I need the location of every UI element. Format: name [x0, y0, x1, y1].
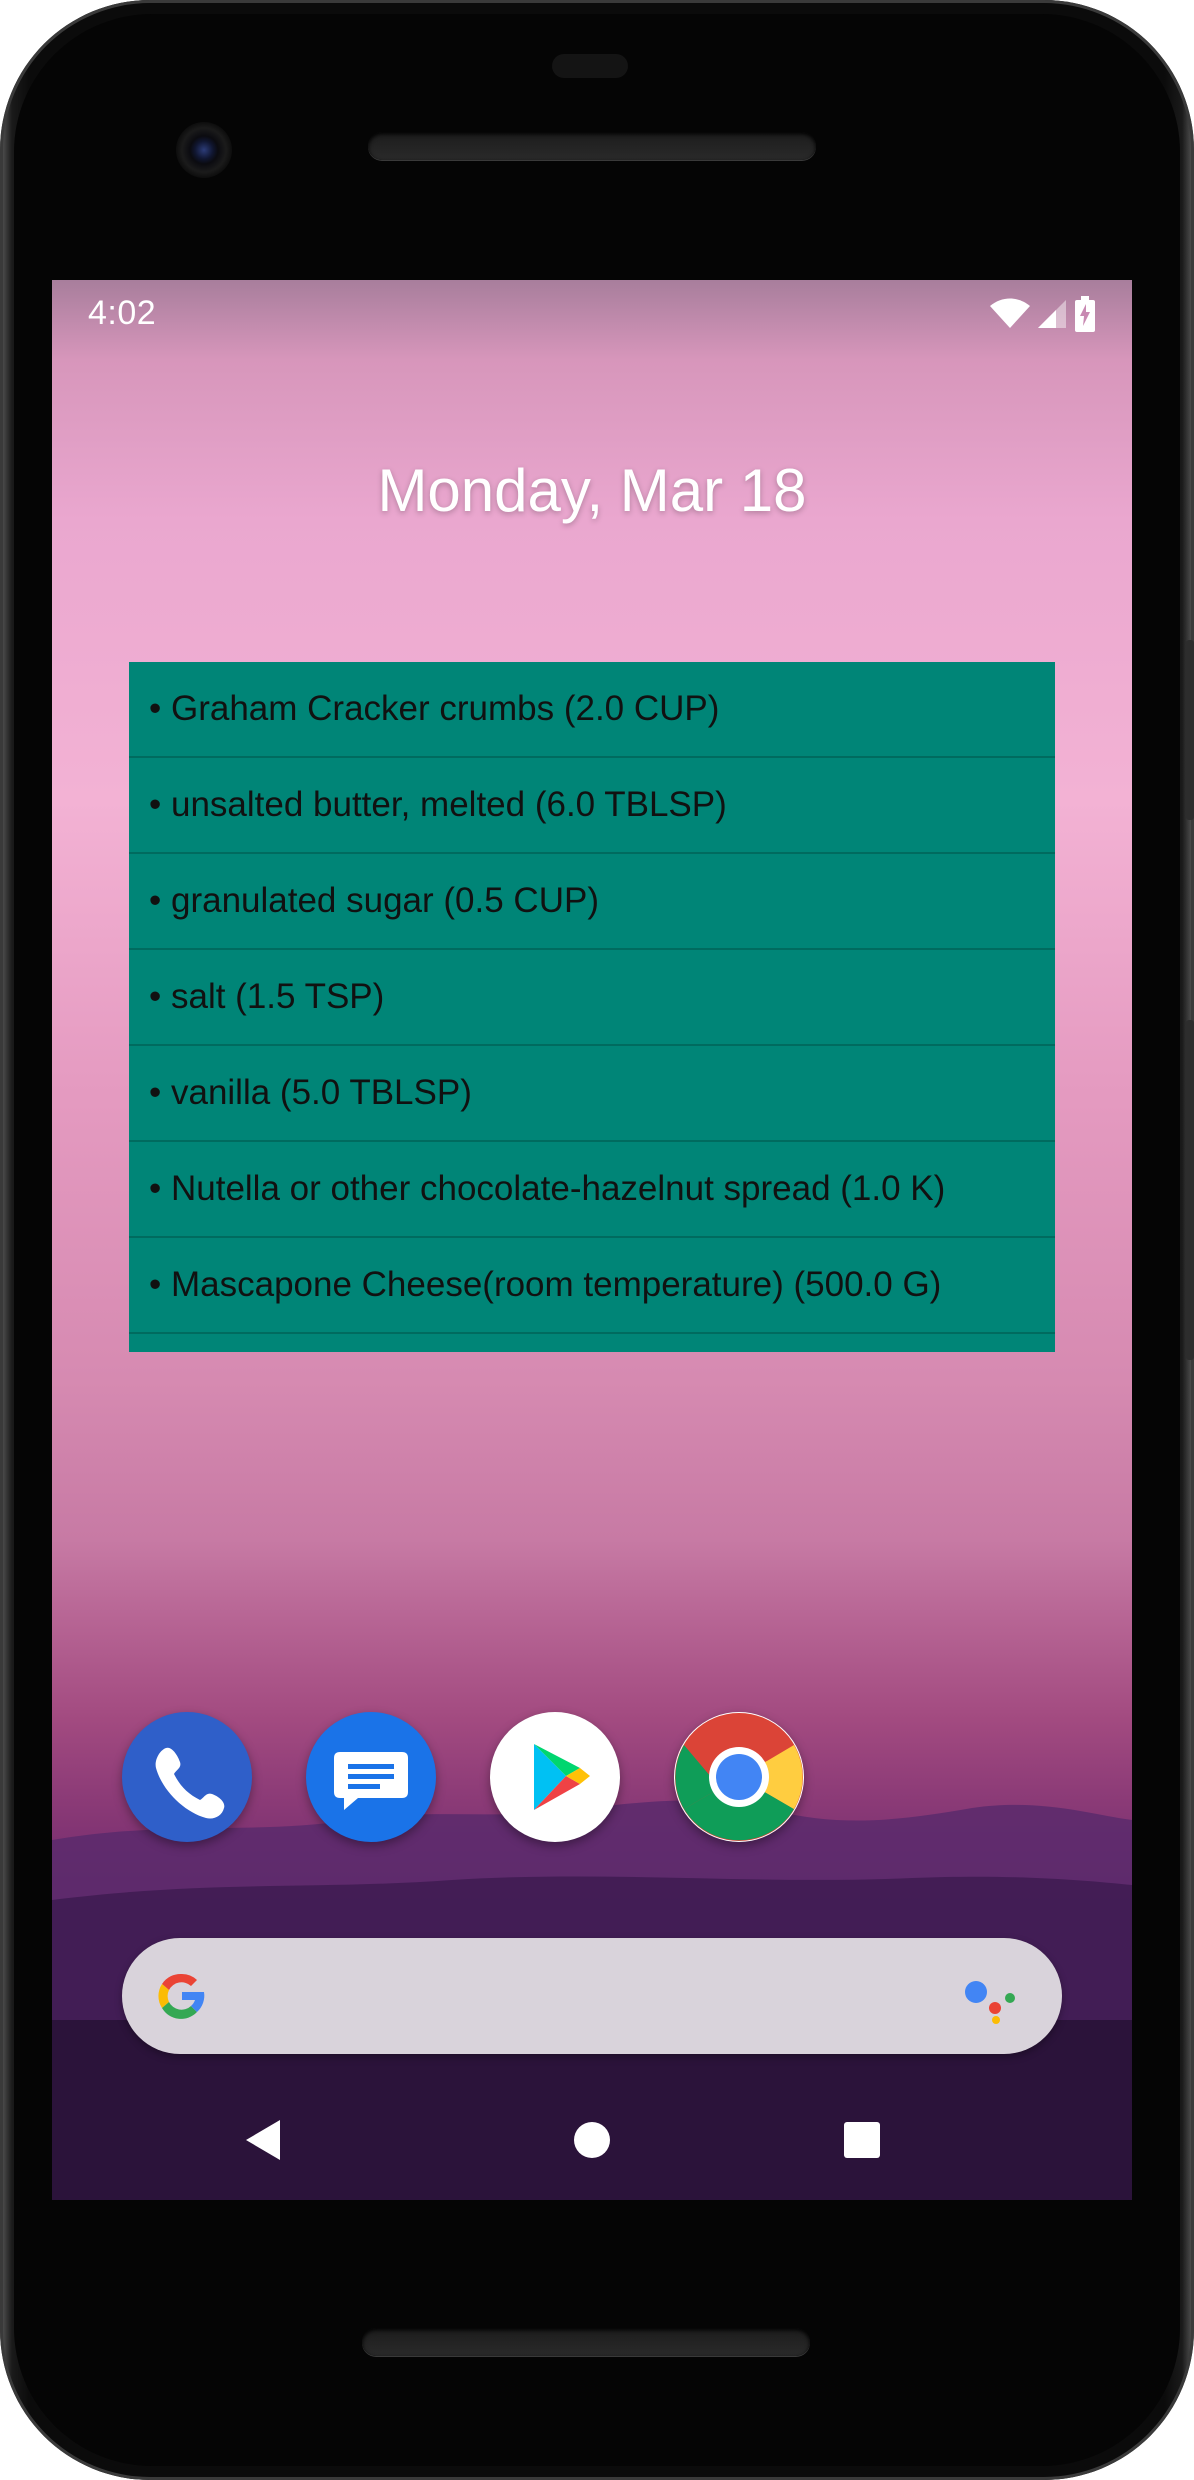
battery-charging-icon: [1075, 296, 1095, 332]
back-button[interactable]: [224, 2100, 304, 2180]
list-item[interactable]: • Graham Cracker crumbs (2.0 CUP): [129, 662, 1055, 758]
ingredients-widget[interactable]: • Graham Cracker crumbs (2.0 CUP) • unsa…: [129, 662, 1055, 1352]
app-dock: [52, 1712, 1132, 1844]
recents-icon: [844, 2122, 880, 2158]
list-item[interactable]: • granulated sugar (0.5 CUP): [129, 854, 1055, 950]
list-item[interactable]: • vanilla (5.0 TBLSP): [129, 1046, 1055, 1142]
list-item[interactable]: • Nutella or other chocolate-hazelnut sp…: [129, 1142, 1055, 1238]
play-store-app-icon[interactable]: [490, 1712, 620, 1842]
status-time: 4:02: [88, 294, 157, 332]
list-item[interactable]: • unsalted butter, melted (6.0 TBLSP): [129, 758, 1055, 854]
home-screen: 4:02 Monday, Mar 18 • Graham Cracker cru…: [52, 280, 1132, 2200]
volume-button: [1186, 1020, 1194, 1360]
home-button[interactable]: [552, 2100, 632, 2180]
play-triangle-icon: [534, 1744, 590, 1810]
wifi-icon: [990, 298, 1030, 328]
list-item[interactable]: • Mascapone Cheese(room temperature) (50…: [129, 1238, 1055, 1334]
power-button: [1186, 640, 1194, 820]
recents-button[interactable]: [822, 2100, 902, 2180]
chrome-logo-icon: [675, 1713, 803, 1841]
list-item[interactable]: • salt (1.5 TSP): [129, 950, 1055, 1046]
chrome-app-icon[interactable]: [674, 1712, 804, 1842]
back-icon: [246, 2120, 280, 2160]
phone-app-icon[interactable]: [122, 1712, 252, 1842]
google-search-bar[interactable]: [122, 1938, 1062, 2054]
bottom-speaker: [362, 2328, 810, 2356]
proximity-sensor: [552, 54, 628, 78]
front-camera-icon: [176, 122, 232, 178]
phone-handset-icon: [155, 1747, 225, 1819]
home-icon: [574, 2122, 610, 2158]
navigation-bar: [52, 2080, 1132, 2200]
earpiece-speaker: [368, 132, 816, 160]
date-display[interactable]: Monday, Mar 18: [52, 456, 1132, 525]
google-assistant-icon: [965, 1981, 1015, 2024]
google-g-icon: [158, 1973, 205, 2019]
message-bubble-icon: [334, 1752, 408, 1810]
phone-device-frame: 4:02 Monday, Mar 18 • Graham Cracker cru…: [0, 0, 1194, 2480]
messages-app-icon[interactable]: [306, 1712, 436, 1842]
status-icons: [990, 294, 1096, 334]
status-bar: 4:02: [52, 280, 1132, 352]
cell-signal-icon: [1038, 300, 1066, 328]
